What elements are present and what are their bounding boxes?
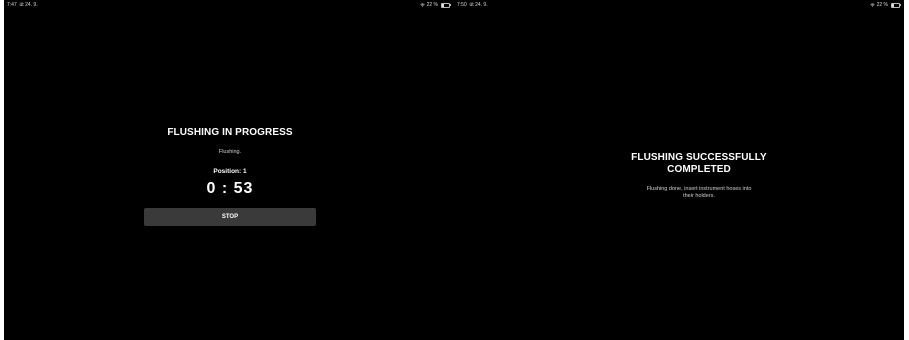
battery-percent: 22 % [426, 2, 438, 8]
completion-title-line1: FLUSHING SUCCESSFULLY [631, 152, 767, 163]
status-indicators: 22 % [869, 0, 901, 10]
wifi-icon [419, 3, 425, 7]
status-bar: 7:50 út 24. 9. 22 % [454, 0, 904, 10]
status-time: 7:47 [7, 2, 17, 8]
battery-icon [891, 2, 901, 8]
screenshot-pair: 7:47 út 24. 9. 22 % FLUSHING IN PROGRESS… [4, 0, 904, 340]
position-label: Position: 1 [213, 168, 247, 175]
status-time-date: 7:50 út 24. 9. [457, 0, 488, 10]
completion-message-line1: Flushing done, insert instrument hoses i… [646, 186, 752, 192]
flushing-progress-screen: 7:47 út 24. 9. 22 % FLUSHING IN PROGRESS… [4, 0, 454, 340]
wifi-icon [869, 3, 875, 7]
flushing-complete-screen: 7:50 út 24. 9. 22 % FLUSHING SUCCESSFULL… [454, 0, 904, 340]
status-date: út 24. 9. [469, 2, 488, 8]
stop-button[interactable]: STOP [144, 208, 316, 226]
completion-message-line2: their holders. [683, 193, 715, 199]
battery-icon [441, 2, 451, 8]
status-bar: 7:47 út 24. 9. 22 % [4, 0, 454, 10]
battery-percent: 22 % [876, 2, 888, 8]
completion-title-line2: COMPLETED [667, 164, 731, 175]
status-time: 7:50 [457, 2, 467, 8]
status-date: út 24. 9. [19, 2, 38, 8]
status-time-date: 7:47 út 24. 9. [7, 0, 38, 10]
stop-button-label: STOP [221, 214, 239, 220]
page-title: FLUSHING IN PROGRESS [167, 127, 293, 138]
flushing-status-text: Flushing. [218, 149, 242, 155]
status-indicators: 22 % [419, 0, 451, 10]
countdown-timer: 0 : 53 [206, 180, 254, 197]
